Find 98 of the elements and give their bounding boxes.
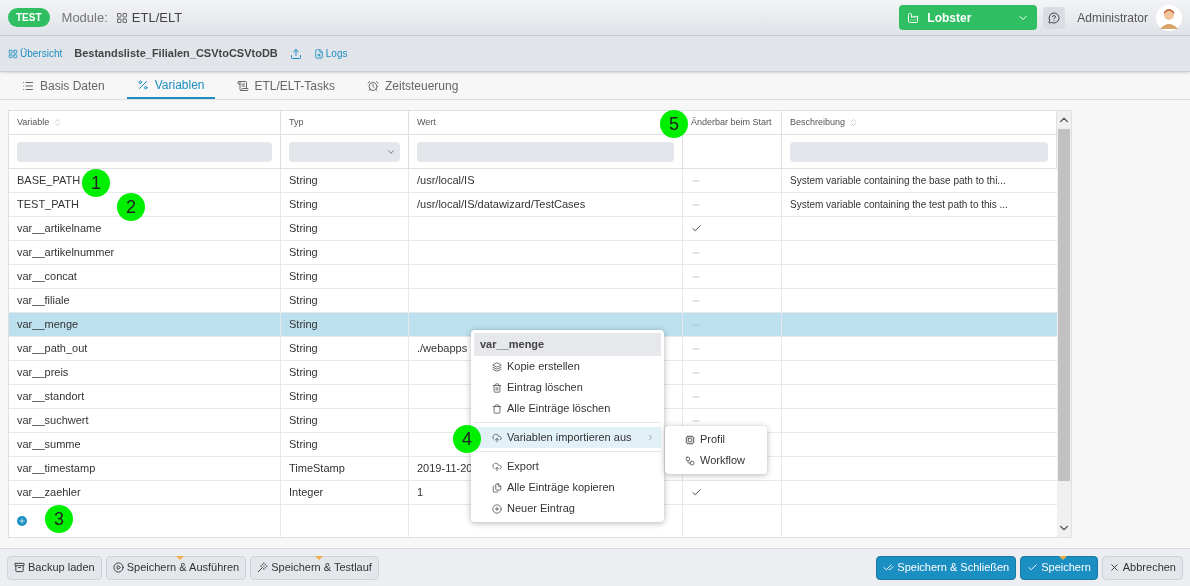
- wand-icon: [257, 562, 269, 573]
- upload-icon[interactable]: [289, 47, 302, 60]
- column-header[interactable]: Variable: [9, 111, 281, 134]
- list-icon: [22, 79, 34, 92]
- table-cell-text: var__artikelnummer: [17, 245, 115, 261]
- table-row[interactable]: var__artikelnummer String: [9, 241, 1057, 265]
- archive-icon: [14, 562, 25, 573]
- table-cell-text: System variable containing the test path to this ...: [790, 198, 1008, 212]
- files-icon: [492, 482, 502, 493]
- add-button[interactable]: [17, 516, 27, 526]
- table-cell-text: var__timestamp: [17, 461, 96, 477]
- table-row[interactable]: var__concat String: [9, 265, 1057, 289]
- table-cell-text: var__menge: [17, 317, 79, 333]
- tab[interactable]: Variablen: [126, 72, 215, 99]
- chip-icon: [685, 434, 695, 445]
- filter-field[interactable]: [790, 141, 1048, 162]
- table-cell-text: String: [289, 173, 318, 189]
- table-cell-text: String: [289, 197, 318, 213]
- table-cell-text: var__preis: [17, 365, 69, 381]
- module-label: Module:: [61, 8, 108, 27]
- footer-button[interactable]: Speichern & Ausführen: [105, 555, 247, 580]
- trash-icon: [492, 403, 502, 414]
- trash-icon: [492, 382, 502, 393]
- table-cell-text: String: [289, 365, 318, 381]
- table-cell-text: String: [289, 413, 318, 429]
- column-header[interactable]: Typ: [281, 111, 409, 134]
- close-icon: [1108, 562, 1120, 573]
- table-cell-text: String: [289, 293, 318, 309]
- cloud-upload-icon: [492, 461, 502, 472]
- table-cell-text: Integer: [289, 485, 324, 501]
- table-cell-text: String: [289, 317, 318, 333]
- menu-item[interactable]: Eintrag löschen: [474, 377, 661, 398]
- table-cell-text: System variable containing the base path to thi...: [790, 174, 1006, 188]
- table-cell-text: var__concat: [17, 269, 77, 285]
- layers-icon: [492, 361, 502, 372]
- table-cell-text: BASE_PATH: [17, 173, 81, 189]
- submenu-item[interactable]: Profil: [665, 429, 767, 450]
- table-cell-text: var__zaehler: [17, 485, 81, 501]
- alarm-clock-icon: [367, 79, 379, 92]
- table-cell-text: var__filiale: [17, 293, 70, 309]
- table-cell-text: String: [289, 389, 318, 405]
- footer-button[interactable]: Speichern & Testlauf: [250, 555, 379, 580]
- filter-field[interactable]: [417, 141, 674, 162]
- user-name[interactable]: Administrator: [1077, 8, 1148, 27]
- table-cell-text: String: [289, 437, 318, 453]
- process-title: Bestandsliste_Filialen_CSVtoCSVtoDB: [74, 46, 278, 62]
- footer-button[interactable]: Abbrechen: [1101, 555, 1183, 580]
- footer-button[interactable]: Backup laden: [7, 555, 102, 580]
- footer-button[interactable]: Speichern: [1020, 555, 1098, 580]
- play-icon: [112, 562, 124, 573]
- menu-item[interactable]: Neuer Eintrag: [474, 498, 661, 519]
- test-badge: TEST: [8, 8, 50, 27]
- table-cell-text: var__suchwert: [17, 413, 89, 429]
- table-row[interactable]: var__artikelname String: [9, 217, 1057, 241]
- table-cell-text: /usr/local/IS/datawizard/TestCases: [417, 197, 586, 213]
- tab[interactable]: Basis Daten: [12, 72, 115, 99]
- file-search-icon: [313, 48, 324, 59]
- table-cell-text: 2019-11-20: [417, 461, 473, 477]
- table-cell-text: ./webapps: [417, 341, 468, 357]
- factory-icon: [907, 11, 920, 24]
- workflow-icon: [685, 455, 695, 466]
- check-icon: [1027, 562, 1039, 573]
- menu-item[interactable]: Export: [474, 456, 661, 477]
- table-cell-text: TEST_PATH: [17, 197, 79, 213]
- sort-icon: [849, 118, 859, 127]
- table-cell-text: String: [289, 269, 318, 285]
- table-cell-text: String: [289, 245, 318, 261]
- grid-icon: [8, 48, 18, 59]
- table-cell-text: var__artikelname: [17, 221, 102, 237]
- module-icon: [115, 11, 128, 24]
- chat-icon: [1048, 11, 1061, 24]
- avatar[interactable]: [1156, 4, 1182, 31]
- table-cell-text: var__standort: [17, 389, 85, 405]
- table-cell-text: String: [289, 341, 318, 357]
- menu-item[interactable]: Alle Einträge löschen: [474, 398, 661, 419]
- table-cell-text: var__path_out: [17, 341, 88, 357]
- table-cell-text: String: [289, 221, 318, 237]
- chat-button[interactable]: [1043, 6, 1066, 29]
- table-row[interactable]: var__menge String: [9, 313, 1057, 337]
- percent-icon: [136, 78, 149, 91]
- scrollbar-thumb[interactable]: [1058, 129, 1070, 481]
- table-cell-text: /usr/local/IS: [417, 173, 475, 189]
- table-cell-text: TimeStamp: [289, 461, 345, 477]
- menu-item[interactable]: Variablen importieren aus: [474, 427, 661, 448]
- chevron-icon: [646, 433, 655, 442]
- double-check-icon: [883, 562, 895, 573]
- scroll-icon: [236, 79, 249, 92]
- tab[interactable]: Zeitsteuerung: [357, 72, 469, 99]
- tab[interactable]: ETL/ELT-Tasks: [226, 72, 345, 99]
- table-cell-text: var__summe: [17, 437, 81, 453]
- menu-title: var__menge: [474, 333, 661, 356]
- footer-button[interactable]: Speichern & Schließen: [876, 555, 1017, 580]
- filter-field[interactable]: [17, 141, 272, 162]
- table-cell-text: 1: [417, 485, 424, 501]
- table-row[interactable]: var__filiale String: [9, 289, 1057, 313]
- module-name: ETL/ELT: [131, 8, 183, 27]
- cloud-upload-icon: [492, 432, 502, 443]
- sort-icon: [53, 118, 63, 127]
